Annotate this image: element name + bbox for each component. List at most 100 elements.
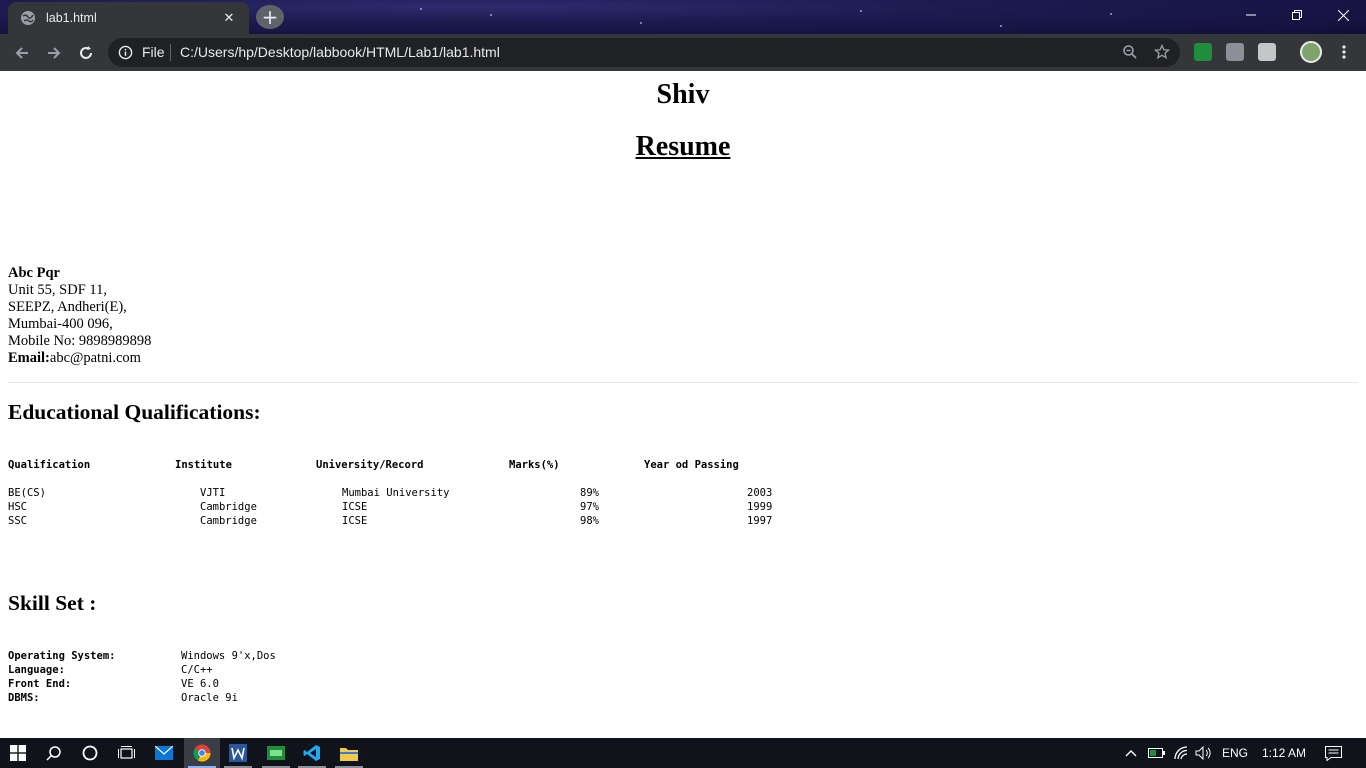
search-button[interactable] xyxy=(36,738,72,768)
cell-qualification: HSC xyxy=(8,501,27,513)
volume-icon[interactable] xyxy=(1195,746,1213,760)
cell-year: 1997 xyxy=(747,515,773,527)
decor-star xyxy=(420,8,422,10)
cell-institute: VJTI xyxy=(200,487,226,499)
windows-taskbar: ENG 1:12 AM xyxy=(0,738,1366,768)
menu-kebab-icon[interactable] xyxy=(1338,44,1350,60)
folder-icon xyxy=(340,747,358,761)
whatsapp-extension-icon[interactable] xyxy=(1194,43,1212,61)
contact-name: Abc Pqr xyxy=(8,265,60,281)
address-line: Unit 55, SDF 11, xyxy=(8,282,107,298)
cell-year: 1999 xyxy=(747,501,773,513)
cell-institute: Cambridge xyxy=(200,515,257,527)
restore-icon xyxy=(1292,10,1302,20)
email-label: Email: xyxy=(8,350,50,366)
skill-label: DBMS: xyxy=(8,692,40,704)
education-heading: Educational Qualifications: xyxy=(8,400,261,424)
cell-marks: 97% xyxy=(580,501,599,513)
skill-label: Front End: xyxy=(8,678,72,690)
forward-button[interactable] xyxy=(41,40,67,66)
cell-university: ICSE xyxy=(342,515,368,527)
minimize-button[interactable] xyxy=(1228,0,1274,30)
extension-icon[interactable] xyxy=(1226,43,1244,61)
system-clock[interactable]: 1:12 AM xyxy=(1262,746,1306,760)
task-view-icon xyxy=(117,745,135,759)
start-button[interactable] xyxy=(0,738,36,768)
taskbar-file-explorer-app[interactable] xyxy=(331,738,367,768)
decor-star xyxy=(1110,13,1112,15)
cortana-button[interactable] xyxy=(72,738,108,768)
new-tab-button[interactable]: + xyxy=(256,5,284,29)
bookmark-star-icon[interactable] xyxy=(1154,44,1170,60)
close-window-button[interactable] xyxy=(1320,0,1366,30)
reload-icon xyxy=(80,46,92,59)
search-icon xyxy=(46,746,61,761)
minimize-icon xyxy=(1246,14,1256,16)
cast-extension-icon[interactable] xyxy=(1258,43,1276,61)
cell-marks: 89% xyxy=(580,487,599,499)
word-icon xyxy=(229,744,247,762)
skill-value: C/C++ xyxy=(181,664,213,676)
table-header-university: University/Record xyxy=(316,459,424,471)
skills-heading: Skill Set : xyxy=(8,591,97,615)
skill-value: Oracle 9i xyxy=(181,692,238,704)
taskbar-mail-app[interactable] xyxy=(146,738,182,768)
taskbar-chrome-app[interactable] xyxy=(184,738,220,768)
page-heading-name: Shiv xyxy=(656,79,710,110)
skill-label: Language: xyxy=(8,664,65,676)
url-scheme-label: File xyxy=(142,44,165,60)
reload-button[interactable] xyxy=(73,40,99,66)
skill-value: VE 6.0 xyxy=(181,678,219,690)
arrow-left-icon xyxy=(15,47,28,59)
info-icon[interactable] xyxy=(118,45,133,60)
browser-toolbar: File C:/Users/hp/Desktop/labbook/HTML/La… xyxy=(0,34,1366,71)
mail-icon xyxy=(155,746,173,760)
contact-block: Abc Pqr Unit 55, SDF 11, SEEPZ, Andheri(… xyxy=(8,265,151,367)
table-header-institute: Institute xyxy=(175,459,232,471)
cell-university: ICSE xyxy=(342,501,368,513)
horizontal-rule xyxy=(8,382,1358,383)
tab-close-button[interactable]: ✕ xyxy=(221,11,237,26)
divider xyxy=(170,44,171,61)
battery-icon[interactable] xyxy=(1148,747,1166,759)
page-heading-resume: Resume xyxy=(635,131,731,162)
browser-title-bar: lab1.html ✕ + xyxy=(0,0,1366,34)
browser-tab[interactable]: lab1.html ✕ xyxy=(8,2,249,34)
zoom-icon[interactable] xyxy=(1122,44,1138,60)
wifi-icon[interactable] xyxy=(1173,746,1189,760)
windows-logo-icon xyxy=(10,745,26,761)
address-line: SEEPZ, Andheri(E), xyxy=(8,299,127,315)
taskbar-word-app[interactable] xyxy=(220,738,256,768)
globe-icon xyxy=(21,11,35,25)
skill-value: Windows 9'x,Dos xyxy=(181,650,276,662)
cell-university: Mumbai University xyxy=(342,487,450,499)
cortana-circle-icon xyxy=(82,745,98,761)
decor-star xyxy=(860,10,862,12)
cell-qualification: BE(CS) xyxy=(8,487,46,499)
decor-star xyxy=(640,22,642,24)
url-text[interactable]: C:/Users/hp/Desktop/labbook/HTML/Lab1/la… xyxy=(180,44,500,60)
table-header-qualification: Qualification xyxy=(8,459,91,471)
address-bar[interactable]: File C:/Users/hp/Desktop/labbook/HTML/La… xyxy=(108,38,1180,67)
restore-button[interactable] xyxy=(1274,0,1320,30)
table-header-year: Year od Passing xyxy=(644,459,739,471)
taskbar-whatsapp-app[interactable] xyxy=(258,738,294,768)
chrome-icon xyxy=(193,744,211,762)
table-header-marks: Marks(%) xyxy=(509,459,560,471)
chevron-up-icon[interactable] xyxy=(1125,748,1137,758)
decor-star xyxy=(490,14,492,16)
address-line: Mumbai-400 096, xyxy=(8,316,113,332)
notification-icon[interactable] xyxy=(1325,746,1342,761)
language-indicator[interactable]: ENG xyxy=(1222,746,1248,760)
back-button[interactable] xyxy=(9,40,35,66)
cell-institute: Cambridge xyxy=(200,501,257,513)
cell-marks: 98% xyxy=(580,515,599,527)
cell-qualification: SSC xyxy=(8,515,27,527)
whatsapp-icon xyxy=(267,746,285,760)
close-icon xyxy=(1337,9,1349,21)
profile-avatar[interactable] xyxy=(1300,41,1322,63)
task-view-button[interactable] xyxy=(108,738,144,768)
vscode-icon xyxy=(303,745,320,761)
page-content: Shiv Resume Abc Pqr Unit 55, SDF 11, SEE… xyxy=(0,71,1366,738)
taskbar-vscode-app[interactable] xyxy=(294,738,330,768)
